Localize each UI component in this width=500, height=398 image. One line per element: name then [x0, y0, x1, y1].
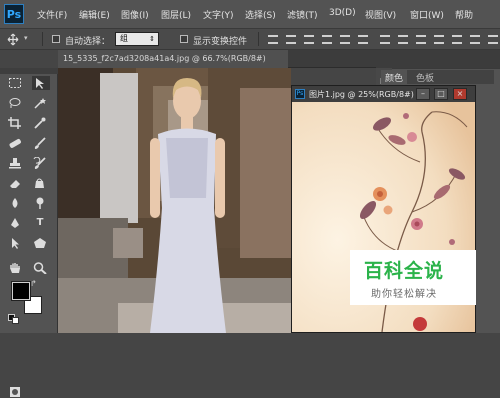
ps-doc-icon: Ps — [295, 89, 305, 99]
menu-edit[interactable]: 编辑(E) — [79, 8, 110, 21]
auto-select-label: 自动选择： — [65, 37, 111, 47]
align-left-icon[interactable] — [322, 35, 332, 44]
blur-icon[interactable] — [8, 197, 22, 209]
divider — [258, 32, 259, 46]
lasso-icon[interactable] — [8, 97, 22, 109]
close-button[interactable]: × — [453, 88, 467, 100]
menu-image[interactable]: 图像(I) — [121, 8, 149, 21]
watermark-subtitle: 助你轻松解决 — [371, 289, 437, 300]
menu-window[interactable]: 窗口(W) — [410, 8, 444, 21]
distribute-right-icon[interactable] — [470, 35, 480, 44]
divider — [376, 68, 500, 69]
toolbar-grip[interactable] — [0, 68, 58, 74]
menu-file[interactable]: 文件(F) — [37, 8, 67, 21]
quick-mask-icon[interactable] — [9, 386, 21, 398]
distribute-top-icon[interactable] — [380, 35, 390, 44]
tools-panel: T ↱ — [0, 68, 58, 397]
distribute-vcenter-icon[interactable] — [398, 35, 408, 44]
crop-icon[interactable] — [8, 117, 22, 129]
clone-stamp-icon[interactable] — [8, 157, 22, 169]
distribute-left-icon[interactable] — [434, 35, 444, 44]
panel-tab-bar — [394, 70, 494, 84]
divider — [42, 32, 43, 46]
healing-brush-icon[interactable] — [8, 137, 22, 149]
move-tool-icon[interactable] — [6, 33, 20, 46]
hand-icon[interactable] — [8, 262, 22, 274]
align-bottom-icon[interactable] — [304, 35, 314, 44]
menu-select[interactable]: 选择(S) — [245, 8, 276, 21]
minimize-button[interactable]: – — [416, 88, 430, 100]
watermark-title: 百科全说 — [364, 260, 445, 282]
tab-swatches-panel[interactable]: 色板 — [416, 71, 434, 84]
auto-select-dropdown[interactable]: 组 ⇕ — [115, 32, 159, 46]
dodge-icon[interactable] — [33, 197, 47, 209]
floating-window-titlebar[interactable]: Ps 图片1.jpg @ 25%(RGB/8#) – □ × — [292, 86, 475, 102]
tab-main-document-label: 15_5335_f2c7ad3208a41a4.jpg @ 66.7%(RGB/… — [63, 54, 266, 63]
align-top-icon[interactable] — [268, 35, 278, 44]
panel-top-bar — [376, 50, 500, 68]
type-icon[interactable]: T — [32, 216, 48, 230]
menu-filter[interactable]: 滤镜(T) — [287, 8, 318, 21]
distribute-bottom-icon[interactable] — [416, 35, 426, 44]
history-brush-icon[interactable] — [33, 157, 47, 169]
eyedropper-icon[interactable] — [33, 117, 47, 129]
align-hcenter-icon[interactable] — [340, 35, 350, 44]
menu-view[interactable]: 视图(V) — [365, 8, 396, 21]
swap-colors-icon[interactable]: ↱ — [30, 279, 37, 288]
align-right-icon[interactable] — [358, 35, 368, 44]
document-canvas[interactable] — [58, 68, 291, 333]
marquee-icon[interactable] — [8, 77, 22, 89]
tab-main-document[interactable]: 15_5335_f2c7ad3208a41a4.jpg @ 66.7%(RGB/… — [58, 50, 288, 68]
options-bar: ▾ 自动选择： 组 ⇕ 显示变换控件 — [0, 28, 500, 50]
maximize-button[interactable]: □ — [434, 88, 448, 100]
watermark: 百科全说 助你轻松解决 — [350, 250, 476, 305]
show-transform-label: 显示变换控件 — [193, 37, 248, 47]
menu-type[interactable]: 文字(Y) — [203, 8, 234, 21]
chevron-down-icon: ⇕ — [149, 35, 155, 43]
align-vcenter-icon[interactable] — [286, 35, 296, 44]
foreground-color-swatch[interactable] — [11, 281, 31, 301]
magic-wand-icon[interactable] — [33, 97, 47, 109]
floating-window-title: 图片1.jpg @ 25%(RGB/8#) — [309, 90, 414, 99]
tab-color-panel[interactable]: 颜色 — [381, 70, 408, 85]
menu-3d[interactable]: 3D(D) — [329, 8, 356, 18]
app-logo: Ps — [4, 4, 24, 24]
menu-bar: Ps 文件(F) 编辑(E) 图像(I) 图层(L) 文字(Y) 选择(S) 滤… — [0, 0, 500, 28]
gradient-icon[interactable] — [33, 177, 47, 189]
distribute-hcenter-icon[interactable] — [452, 35, 462, 44]
zoom-icon[interactable] — [33, 262, 47, 274]
brush-icon[interactable] — [33, 137, 47, 149]
shape-icon[interactable] — [33, 237, 47, 249]
move-icon[interactable] — [32, 76, 50, 90]
path-selection-icon[interactable] — [8, 237, 22, 249]
chevron-down-icon[interactable]: ▾ — [24, 34, 28, 42]
eraser-icon[interactable] — [8, 177, 22, 189]
auto-align-icon[interactable] — [488, 35, 498, 44]
menu-help[interactable]: 帮助 — [455, 8, 473, 21]
auto-select-value: 组 — [120, 34, 128, 43]
runway-photo — [58, 68, 291, 333]
menu-layer[interactable]: 图层(L) — [161, 8, 191, 21]
default-colors-icon[interactable] — [8, 314, 20, 324]
auto-select-checkbox[interactable] — [52, 35, 60, 43]
pen-icon[interactable] — [8, 217, 22, 229]
show-transform-checkbox[interactable] — [180, 35, 188, 43]
